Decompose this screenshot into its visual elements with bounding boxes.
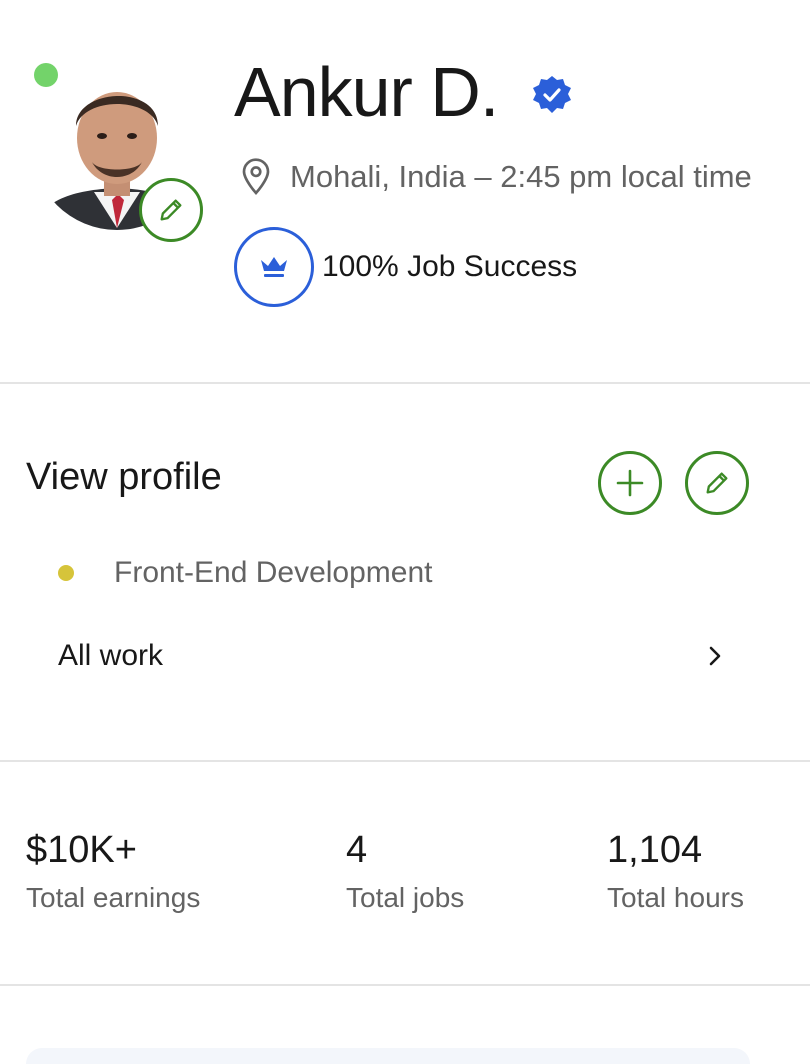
job-success-text: 100% Job Success — [322, 250, 578, 283]
stat-value: $10K+ — [26, 829, 137, 871]
skill-dot — [58, 565, 74, 581]
location-row: Mohali, India – 2:45 pm local time — [240, 158, 752, 196]
stat-value: 4 — [346, 829, 368, 871]
verified-badge-icon — [532, 75, 572, 115]
pencil-icon — [160, 199, 182, 221]
stat-label: Total hours — [607, 882, 744, 913]
skill-item[interactable]: Front-End Development — [58, 556, 433, 590]
all-work-label: All work — [58, 639, 164, 672]
crown-icon — [234, 227, 314, 307]
divider — [0, 382, 810, 384]
bottom-card — [26, 1048, 750, 1064]
stat-total-jobs: 4 Total jobs — [346, 826, 464, 914]
location-text: Mohali, India – 2:45 pm local time — [290, 159, 752, 194]
online-status-dot — [34, 63, 58, 87]
freelancer-profile-page: Ankur D. Mohali, India – 2:45 pm local t… — [0, 0, 810, 1064]
stat-total-earnings: $10K+ Total earnings — [26, 826, 200, 914]
stat-total-hours: 1,104 Total hours — [607, 826, 744, 914]
stat-label: Total jobs — [346, 882, 465, 913]
view-profile-title: View profile — [26, 456, 222, 498]
location-pin-icon — [240, 158, 272, 196]
all-work-link[interactable]: All work — [58, 630, 728, 682]
plus-icon — [616, 469, 644, 497]
name-row: Ankur D. — [234, 52, 572, 132]
divider — [0, 984, 810, 986]
divider — [0, 760, 810, 762]
job-success-row: 100% Job Success — [234, 227, 577, 307]
pencil-icon — [706, 472, 728, 494]
add-specialized-profile-button[interactable] — [598, 451, 662, 515]
stat-value: 1,104 — [607, 829, 703, 871]
freelancer-name: Ankur D. — [234, 53, 499, 131]
edit-photo-button[interactable] — [139, 178, 203, 242]
chevron-right-icon — [709, 646, 721, 666]
stat-label: Total earnings — [26, 882, 201, 913]
edit-profile-button[interactable] — [685, 451, 749, 515]
skill-label: Front-End Development — [114, 556, 433, 589]
